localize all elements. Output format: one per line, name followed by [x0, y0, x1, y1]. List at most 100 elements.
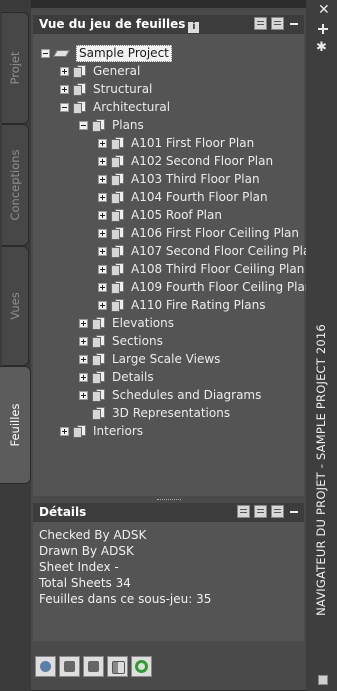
tree-node-label: A105 Roof Plan: [131, 208, 222, 222]
expand-icon[interactable]: [60, 84, 69, 94]
sheet-properties-icon[interactable]: [254, 17, 267, 30]
details-line: Feuilles dans ce sous-jeu: 35: [39, 592, 212, 606]
tree-node-3d-representations[interactable]: 3D Representations: [79, 404, 230, 422]
expand-icon[interactable]: [98, 210, 107, 220]
subset-icon: [73, 100, 87, 114]
tree-node-label: A109 Fourth Floor Ceiling Plan: [131, 280, 313, 294]
tab-projet[interactable]: Projet: [2, 12, 29, 124]
tree-node-sheet[interactable]: A106 First Floor Ceiling Plan: [98, 224, 299, 242]
expand-icon[interactable]: [60, 66, 69, 76]
panel-splitter[interactable]: [33, 497, 304, 502]
sheet-set-view-header: Vue du jeu de feuilles i: [33, 15, 304, 34]
expand-icon[interactable]: [98, 246, 107, 256]
sheet-icon: [111, 226, 125, 240]
palette-menu-icon[interactable]: [318, 675, 328, 685]
minimize-icon[interactable]: [288, 505, 300, 518]
details-view-icon[interactable]: [237, 505, 250, 518]
collapse-icon[interactable]: [60, 102, 69, 112]
subset-icon: [92, 316, 106, 330]
sheet-tree[interactable]: Sample Project General Structural Archit…: [33, 34, 318, 496]
minimize-icon[interactable]: [288, 17, 300, 30]
tree-node-label: Structural: [93, 82, 153, 96]
tree-node-sheet[interactable]: A108 Third Floor Ceiling Plan: [98, 260, 304, 278]
tree-node-sheet[interactable]: A104 Fourth Floor Plan: [98, 188, 268, 206]
tree-node-plans[interactable]: Plans: [79, 116, 144, 134]
tree-node-sheet[interactable]: A101 First Floor Plan: [98, 134, 254, 152]
details-line: Checked By ADSK: [39, 528, 147, 542]
tree-node-structural[interactable]: Structural: [60, 80, 152, 98]
tab-vues-label: Vues: [8, 292, 22, 320]
expand-icon[interactable]: [79, 318, 88, 328]
thumbnail-icon[interactable]: [271, 505, 284, 518]
details-header: Détails: [33, 503, 304, 522]
tree-node-elevations[interactable]: Elevations: [79, 314, 174, 332]
tab-conceptions[interactable]: Conceptions: [2, 124, 29, 246]
details-title: Détails: [39, 505, 87, 519]
tree-node-label: A108 Third Floor Ceiling Plan: [131, 262, 305, 276]
sheet-set-view-title: Vue du jeu de feuilles: [39, 17, 186, 31]
expand-icon[interactable]: [98, 282, 107, 292]
expand-icon[interactable]: [98, 192, 107, 202]
info-icon[interactable]: i: [188, 22, 200, 33]
expand-icon[interactable]: [79, 390, 88, 400]
tree-node-label: General: [93, 64, 141, 78]
palette-tabs: Projet Conceptions Vues Feuilles: [0, 0, 31, 691]
new-sheet-icon[interactable]: [59, 655, 80, 677]
expand-icon[interactable]: [98, 228, 107, 238]
details-line: Drawn By ADSK: [39, 544, 134, 558]
palette-title-bar[interactable]: ✕ ✱ NAVIGATEUR DU PROJET - SAMPLE PROJEC…: [306, 0, 337, 691]
tree-node-general[interactable]: General: [60, 62, 140, 80]
expand-icon[interactable]: [98, 138, 107, 148]
subset-icon: [92, 388, 106, 402]
tree-node-label: Architectural: [93, 100, 171, 114]
sheet-list-table-icon[interactable]: [107, 655, 128, 677]
palette-title: NAVIGATEUR DU PROJET - SAMPLE PROJECT 20…: [314, 324, 328, 616]
tree-node-interiors[interactable]: Interiors: [60, 422, 143, 440]
preview-icon[interactable]: [254, 505, 267, 518]
expand-icon[interactable]: [98, 264, 107, 274]
tree-node-details[interactable]: Details: [79, 368, 154, 386]
tab-feuilles[interactable]: Feuilles: [0, 366, 31, 484]
tab-feuilles-label: Feuilles: [8, 403, 22, 447]
sheet-icon: [111, 190, 125, 204]
tree-node-label: A101 First Floor Plan: [131, 136, 255, 150]
tree-node-label: A107 Second Floor Ceiling Plan: [131, 244, 318, 258]
tree-node-label: A103 Third Floor Plan: [131, 172, 260, 186]
tree-node-sheet[interactable]: A110 Fire Rating Plans: [98, 296, 265, 314]
expand-icon[interactable]: [60, 426, 69, 436]
sheet-icon: [111, 208, 125, 222]
tree-node-sheet[interactable]: A103 Third Floor Plan: [98, 170, 260, 188]
tree-node-sheet[interactable]: A107 Second Floor Ceiling Plan: [98, 242, 318, 260]
project-browser-icon[interactable]: [35, 655, 56, 677]
tree-node-label: Elevations: [112, 316, 174, 330]
tree-node-sheet[interactable]: A109 Fourth Floor Ceiling Plan: [98, 278, 312, 296]
tree-node-label: Sections: [112, 334, 163, 348]
collapse-icon[interactable]: [79, 120, 88, 130]
tree-node-sheet[interactable]: A105 Roof Plan: [98, 206, 222, 224]
tree-node-sheet[interactable]: A102 Second Floor Plan: [98, 152, 273, 170]
sheet-set-view-panel: Vue du jeu de feuilles i Sample Project G…: [33, 15, 318, 496]
palette-content: Vue du jeu de feuilles i Sample Project G…: [31, 8, 318, 690]
close-icon[interactable]: ✕: [318, 3, 330, 17]
tree-node-large-scale-views[interactable]: Large Scale Views: [79, 350, 220, 368]
collapse-icon[interactable]: [41, 48, 50, 58]
tree-node-sections[interactable]: Sections: [79, 332, 163, 350]
expand-icon[interactable]: [98, 174, 107, 184]
tree-node-root[interactable]: Sample Project: [41, 44, 172, 62]
expand-icon[interactable]: [79, 354, 88, 364]
expand-icon[interactable]: [98, 156, 107, 166]
refresh-icon[interactable]: [131, 655, 152, 677]
publish-icon[interactable]: [83, 655, 104, 677]
sheet-list-icon[interactable]: [271, 17, 284, 30]
auto-hide-icon[interactable]: [318, 24, 328, 34]
tab-vues[interactable]: Vues: [2, 246, 29, 366]
tree-node-architectural[interactable]: Architectural: [60, 98, 170, 116]
sheet-icon: [111, 298, 125, 312]
tab-conceptions-label: Conceptions: [8, 149, 22, 221]
expand-icon[interactable]: [79, 372, 88, 382]
tree-node-schedules[interactable]: Schedules and Diagrams: [79, 386, 261, 404]
sheet-icon: [111, 154, 125, 168]
properties-icon[interactable]: ✱: [316, 40, 327, 55]
expand-icon[interactable]: [98, 300, 107, 310]
expand-icon[interactable]: [79, 336, 88, 346]
